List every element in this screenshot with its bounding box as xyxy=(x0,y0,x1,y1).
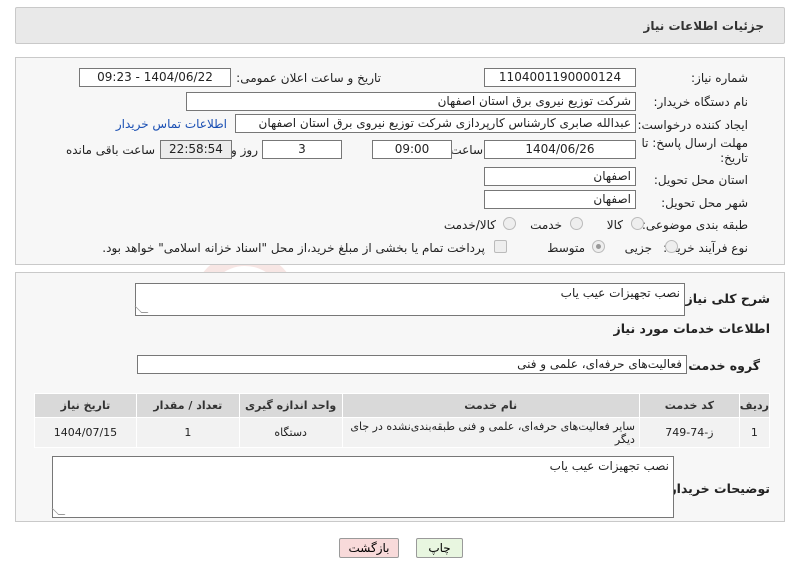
buyer-notes-textarea[interactable]: نصب تجهیزات عیب یاب xyxy=(51,456,674,518)
cell-qty: 1 xyxy=(135,417,240,448)
category-goods-service-radio[interactable] xyxy=(503,217,516,230)
category-goods-radio[interactable] xyxy=(631,217,644,230)
summary-text: نصب تجهیزات عیب یاب xyxy=(560,286,680,300)
buyer-notes-label: توضیحات خریدار: xyxy=(664,481,770,496)
services-table: ردیف کد خدمت نام خدمت واحد اندازه گیری ت… xyxy=(34,393,771,448)
creator-field[interactable]: عبدالله صابری کارشناس کارپردازی شرکت توز… xyxy=(235,114,636,133)
col-name-header: نام خدمت xyxy=(341,393,640,418)
announce-date-label: تاریخ و ساعت اعلان عمومی: xyxy=(236,71,381,85)
category-goods-label: کالا xyxy=(606,218,623,232)
deadline-label: مهلت ارسال پاسخ: تا xyxy=(641,136,748,150)
process-medium-label: متوسط xyxy=(547,241,585,255)
deadline-time-field[interactable]: 09:00 xyxy=(372,140,452,159)
header-bar: جزئیات اطلاعات نیاز xyxy=(15,7,785,44)
buyer-org-field[interactable]: شرکت توزیع نیروی برق استان اصفهان xyxy=(186,92,636,111)
category-label: طبقه بندی موضوعی: xyxy=(641,218,748,232)
col-row-header: ردیف xyxy=(738,393,771,418)
cell-name: سایر فعالیت‌های حرفه‌ای، علمی و فنی طبقه… xyxy=(341,417,640,448)
city-field[interactable]: اصفهان xyxy=(484,190,636,209)
cell-unit: دستگاه xyxy=(238,417,343,448)
services-section-title: اطلاعات خدمات مورد نیاز xyxy=(613,321,771,336)
treasury-payment-checkbox[interactable] xyxy=(494,240,507,253)
page-title: جزئیات اطلاعات نیاز xyxy=(643,19,764,33)
treasury-payment-note: پرداخت تمام یا بخشی از مبلغ خرید،از محل … xyxy=(102,241,485,255)
summary-textarea[interactable]: نصب تجهیزات عیب یاب xyxy=(134,283,685,316)
service-group-label: گروه خدمت: xyxy=(683,358,760,373)
col-date-header: تاریخ نیاز xyxy=(34,393,137,418)
cell-code: ز-74-749 xyxy=(638,417,740,448)
process-minor-radio[interactable] xyxy=(665,240,678,253)
buyer-notes-text: نصب تجهیزات عیب یاب xyxy=(549,459,669,473)
days-label: روز و xyxy=(231,143,258,157)
remaining-time-field: 22:58:54 xyxy=(160,140,232,159)
col-unit-header: واحد اندازه گیری xyxy=(238,393,343,418)
category-service-radio[interactable] xyxy=(570,217,583,230)
deadline-time-label: ساعت xyxy=(450,143,483,157)
deadline-date-field[interactable]: 1404/06/26 xyxy=(484,140,636,159)
days-remaining-field[interactable]: 3 xyxy=(262,140,342,159)
process-medium-radio[interactable] xyxy=(592,240,605,253)
remaining-time-label: ساعت باقی مانده xyxy=(65,143,155,157)
category-goods-service-label: کالا/خدمت xyxy=(443,218,496,232)
city-label: شهر محل تحویل: xyxy=(661,196,748,210)
need-number-label: شماره نیاز: xyxy=(691,71,748,85)
buyer-org-label: نام دستگاه خریدار: xyxy=(653,95,749,109)
service-group-field[interactable]: فعالیت‌های حرفه‌ای، علمی و فنی xyxy=(137,355,687,374)
resize-grip-icon[interactable] xyxy=(134,306,149,313)
province-field[interactable]: اصفهان xyxy=(484,167,636,186)
cell-row: 1 xyxy=(738,417,771,448)
announce-date-field[interactable]: 1404/06/22 - 09:23 xyxy=(79,68,231,87)
resize-grip-icon[interactable] xyxy=(51,508,66,515)
need-number-field[interactable]: 1104001190000124 xyxy=(484,68,636,87)
buyer-contact-link[interactable]: اطلاعات تماس خریدار xyxy=(116,117,227,131)
category-service-label: خدمت xyxy=(530,218,562,232)
table-row: 1 ز-74-749 سایر فعالیت‌های حرفه‌ای، علمی… xyxy=(34,417,771,448)
col-code-header: کد خدمت xyxy=(638,393,740,418)
creator-label: ایجاد کننده درخواست: xyxy=(637,118,748,132)
back-button[interactable]: بازگشت xyxy=(339,538,399,558)
summary-label: شرح کلی نیاز: xyxy=(680,291,770,306)
cell-date: 1404/07/15 xyxy=(34,417,137,448)
col-qty-header: تعداد / مقدار xyxy=(135,393,240,418)
table-header-row: ردیف کد خدمت نام خدمت واحد اندازه گیری ت… xyxy=(34,393,771,418)
process-minor-label: جزیی xyxy=(624,241,652,255)
deadline-date-label: تاریخ: xyxy=(720,151,748,165)
province-label: استان محل تحویل: xyxy=(653,173,748,187)
need-info-panel xyxy=(15,57,785,265)
print-button[interactable]: چاپ xyxy=(416,538,463,558)
